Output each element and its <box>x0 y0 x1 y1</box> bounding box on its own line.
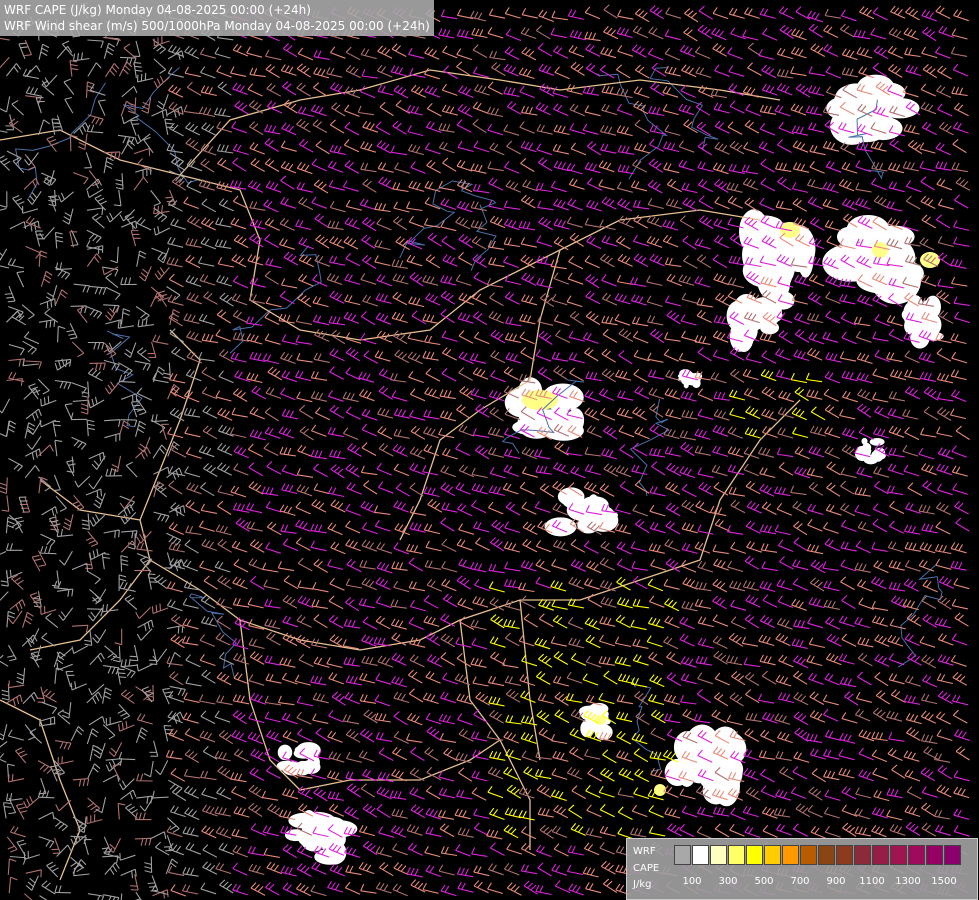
cape-patch <box>734 321 754 352</box>
cape-patch <box>544 517 577 537</box>
legend-tick-label: 900 <box>826 876 846 887</box>
legend-tick-label: 1300 <box>895 876 921 887</box>
legend-label-wrf: WRF <box>633 846 656 857</box>
legend-swatch <box>746 845 763 865</box>
cape-patch-moderate <box>872 242 888 258</box>
cape-patch <box>681 377 691 385</box>
map-title-shear: WRF Wind shear (m/s) 500/1000hPa Monday … <box>4 19 430 33</box>
cape-patch <box>300 826 327 852</box>
cape-legend: WRF CAPE J/kg 100 300 500 700 900 1100 1300 150… <box>626 838 978 900</box>
weather-map <box>0 0 979 900</box>
cape-patch <box>562 495 577 508</box>
legend-swatch <box>800 845 817 865</box>
legend-tick-label: 1100 <box>859 876 885 887</box>
cape-patch <box>868 83 897 109</box>
legend-swatch <box>908 845 925 865</box>
cape-patch <box>322 840 347 865</box>
legend-tick-label: 500 <box>754 876 774 887</box>
cape-patch <box>917 304 931 329</box>
legend-swatch <box>836 845 853 865</box>
cape-patch <box>738 209 770 255</box>
legend-swatch <box>710 845 727 865</box>
cape-patch <box>593 498 607 519</box>
cape-patch <box>863 455 879 465</box>
map-title-box: WRF CAPE (J/kg) Monday 04-08-2025 00:00 … <box>0 0 434 36</box>
legend-swatch <box>890 845 907 865</box>
cape-patch <box>861 437 868 445</box>
legend-swatch <box>674 845 691 865</box>
legend-swatch <box>818 845 835 865</box>
legend-swatch <box>782 845 799 865</box>
legend-swatch <box>854 845 871 865</box>
legend-tick-label: 700 <box>790 876 810 887</box>
legend-swatch <box>692 845 709 865</box>
legend-tick-label: 300 <box>718 876 738 887</box>
legend-swatch <box>872 845 889 865</box>
legend-tick-label: 1500 <box>931 876 957 887</box>
cape-patch <box>772 291 795 310</box>
legend-swatch <box>764 845 781 865</box>
cape-patch <box>877 259 924 287</box>
legend-swatch <box>926 845 943 865</box>
legend-label-cape: CAPE <box>633 863 660 874</box>
map-title-cape: WRF CAPE (J/kg) Monday 04-08-2025 00:00 … <box>4 3 311 17</box>
legend-swatch <box>944 845 961 865</box>
legend-label-unit: J/kg <box>633 879 652 890</box>
legend-tick-label: 100 <box>682 876 702 887</box>
legend-swatch <box>728 845 745 865</box>
cape-patch <box>277 744 293 761</box>
